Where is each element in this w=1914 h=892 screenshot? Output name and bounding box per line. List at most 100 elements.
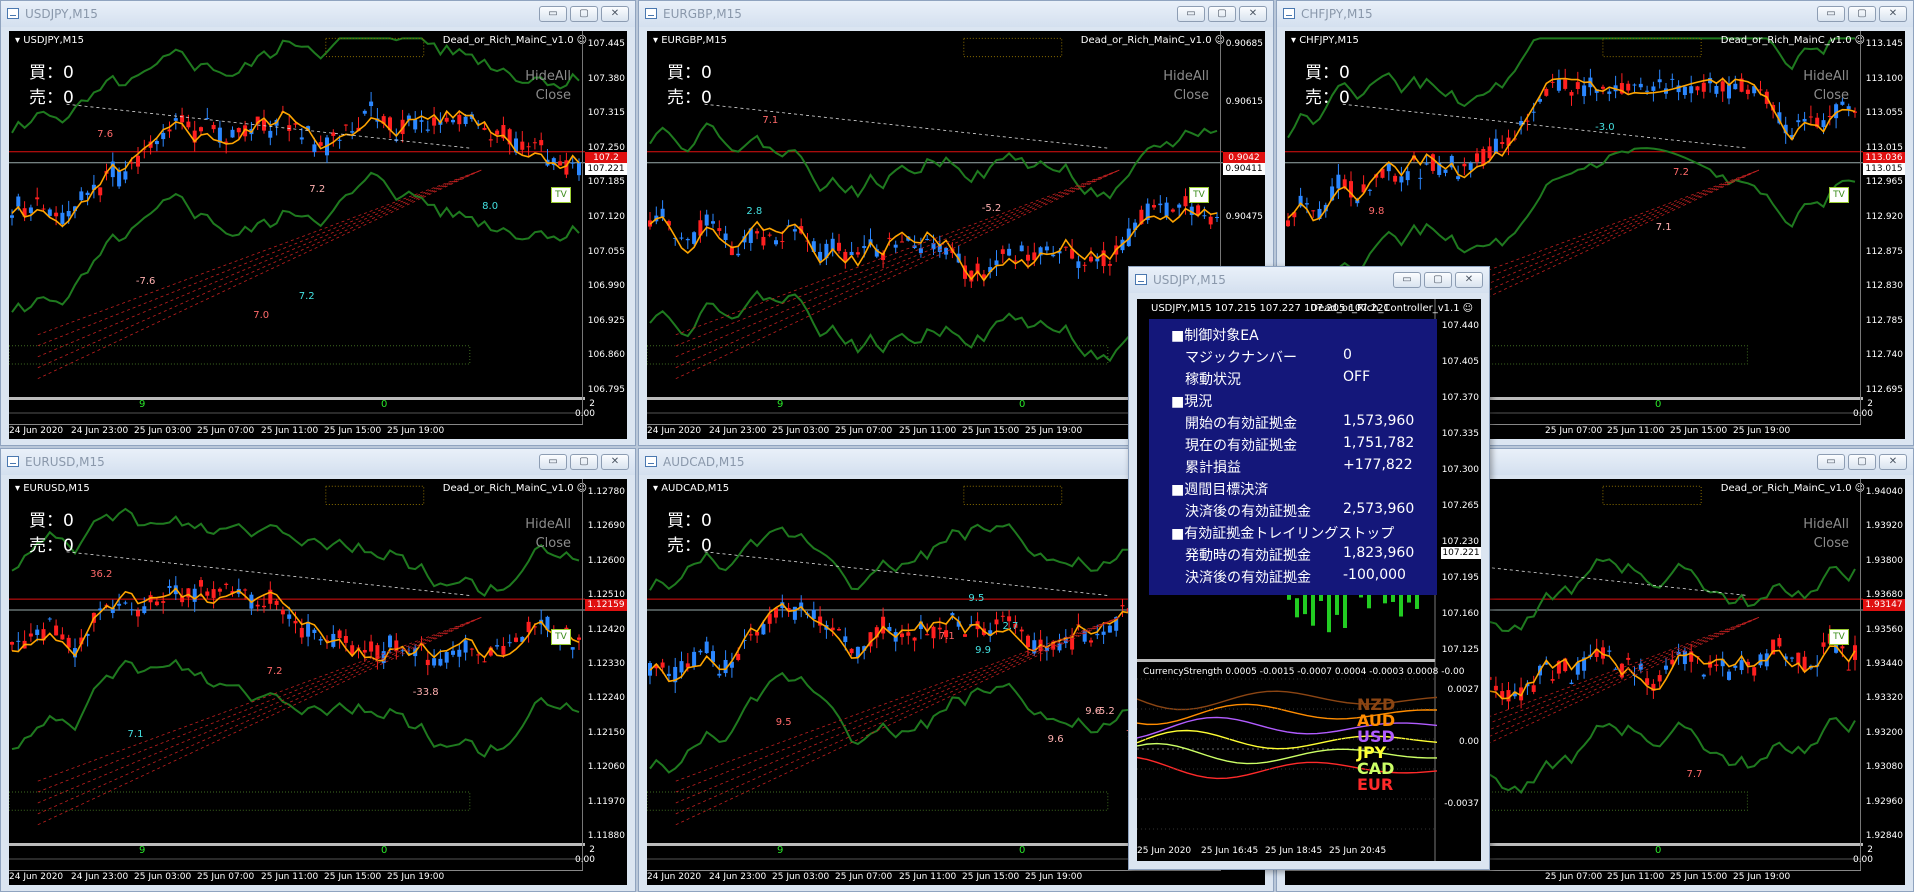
hide-all-button[interactable]: HideAll (1803, 515, 1849, 534)
maximize-button[interactable]: ▢ (1848, 6, 1876, 22)
signal-label: 9.5 (775, 717, 792, 729)
close-button[interactable]: ✕ (1455, 272, 1483, 288)
maximize-button[interactable]: ▢ (1424, 272, 1452, 288)
candle-body (1556, 79, 1561, 91)
window-titlebar[interactable]: USDJPY,M15 ▭ ▢ ✕ (1, 1, 635, 27)
candle-body (1607, 91, 1612, 94)
maximize-button[interactable]: ▢ (570, 6, 598, 22)
popup-titlebar[interactable]: USDJPY,M15 ▭ ▢ ✕ (1129, 267, 1489, 293)
candle-body (425, 129, 430, 131)
signal-label: -5.2 (981, 203, 1002, 215)
tv-button[interactable]: TV (1189, 187, 1209, 203)
time-tick: 25 Jun 19:00 (1733, 872, 1791, 882)
panel-value: 1,823,960 (1343, 545, 1415, 561)
candle-body (761, 236, 766, 246)
sell-count: 売：0 (667, 536, 712, 556)
signal-label: -33.8 (412, 687, 439, 699)
window-titlebar[interactable]: EURUSD,M15 ▭ ▢ ✕ (1, 449, 635, 475)
close-button[interactable]: ✕ (601, 6, 629, 22)
close-all-button[interactable]: Close (525, 534, 571, 553)
chart-area[interactable]: ▾ EURUSD,M15 Dead_or_Rich_MainC_v1.0 ☺ 買：… (9, 479, 627, 885)
maximize-button[interactable]: ▢ (570, 454, 598, 470)
candle-body (837, 242, 841, 251)
candle-body (1443, 169, 1448, 173)
zone-dots (1602, 37, 1702, 58)
candle-body (129, 609, 134, 611)
minimize-button[interactable]: ▭ (539, 454, 567, 470)
minimize-button[interactable]: ▭ (1817, 454, 1845, 470)
tv-button[interactable]: TV (1829, 629, 1849, 645)
panel-label: ■制御対象EA (1171, 328, 1259, 344)
minimize-button[interactable]: ▭ (1177, 6, 1205, 22)
minimize-button[interactable]: ▭ (539, 6, 567, 22)
upper-band (11, 37, 580, 134)
hide-all-button[interactable]: HideAll (1803, 67, 1849, 86)
tv-button[interactable]: TV (551, 187, 571, 203)
candle-body (1430, 154, 1435, 171)
candle-body (211, 589, 216, 598)
chart-area[interactable]: ▾ USDJPY,M15 Dead_or_Rich_MainC_v1.0 ☺ 買：… (9, 31, 627, 439)
time-tick: 25 Jun 19:00 (1025, 872, 1083, 882)
chart-window-1[interactable]: USDJPY,M15 ▭ ▢ ✕ ▾ USDJPY,M15 Dead_or_Ri… (0, 0, 636, 446)
candle-body (1569, 92, 1574, 96)
symbol-label: ▾ EURUSD,M15 (15, 483, 90, 494)
hide-all-button[interactable]: HideAll (1163, 67, 1209, 86)
close-button[interactable]: ✕ (601, 454, 629, 470)
candle-body (488, 139, 493, 141)
hide-all-button[interactable]: HideAll (525, 67, 571, 86)
panel-value: 0 (1343, 347, 1352, 363)
candle-body (1714, 664, 1719, 666)
candle-body (199, 580, 203, 587)
candle-body (761, 624, 766, 635)
close-all-button[interactable]: Close (1803, 86, 1849, 105)
maximize-button[interactable]: ▢ (1848, 454, 1876, 470)
close-button[interactable]: ✕ (1879, 454, 1907, 470)
candle-body (318, 639, 323, 641)
position-counts: 買：0 売：0 (667, 61, 712, 111)
zone-dots (1602, 485, 1702, 505)
candle-body (1170, 209, 1175, 212)
tv-button[interactable]: TV (551, 629, 571, 645)
panel-value: 1,573,960 (1343, 413, 1415, 429)
minimize-button[interactable]: ▭ (1393, 272, 1421, 288)
price-tick: 112.740 (1865, 350, 1903, 361)
price-tick: 1.93200 (1865, 727, 1903, 738)
chart-window-icon (7, 8, 19, 19)
popup-chart[interactable]: USDJPY,M15 107.215 107.227 107.205 107.2… (1137, 299, 1481, 861)
candle-body (362, 110, 367, 114)
candle-body (154, 601, 159, 606)
candle-body (514, 637, 518, 642)
candle-body (60, 212, 65, 224)
maximize-button[interactable]: ▢ (1208, 6, 1236, 22)
window-titlebar[interactable]: EURGBP,M15 ▭ ▢ ✕ (639, 1, 1273, 27)
candle-body (1007, 248, 1012, 256)
signal-label: -7.6 (135, 275, 156, 287)
window-titlebar[interactable]: CHFJPY,M15 ▭ ▢ ✕ (1277, 1, 1913, 27)
close-button[interactable]: ✕ (1879, 6, 1907, 22)
candle-body (1840, 646, 1845, 649)
hide-all-button[interactable]: HideAll (525, 515, 571, 534)
candle-body (79, 191, 84, 201)
candle-body (900, 241, 904, 243)
sub-axis-tick: 2 (1867, 399, 1873, 409)
candle-body (482, 127, 487, 130)
chart-window-4[interactable]: EURUSD,M15 ▭ ▢ ✕ ▾ EURUSD,M15 Dead_or_Ri… (0, 448, 636, 892)
candle-body (931, 626, 936, 639)
sell-count: 売：0 (29, 536, 74, 556)
close-all-button[interactable]: Close (525, 86, 571, 105)
price-tick: 112.695 (1865, 385, 1903, 395)
close-all-button[interactable]: Close (1803, 534, 1849, 553)
popup-window[interactable]: USDJPY,M15 ▭ ▢ ✕ USDJPY,M15 107.215 107.… (1128, 266, 1490, 870)
time-tick: 25 Jun 15:00 (1670, 872, 1728, 882)
close-button[interactable]: ✕ (1239, 6, 1267, 22)
candle-body (849, 251, 854, 256)
trend-line (704, 551, 1108, 596)
close-all-button[interactable]: Close (1163, 86, 1209, 105)
minimize-button[interactable]: ▭ (1817, 6, 1845, 22)
trend-line (66, 551, 470, 596)
tv-button[interactable]: TV (1829, 187, 1849, 203)
candle-body (1044, 246, 1049, 251)
candle-body (293, 620, 298, 624)
candle-body (811, 609, 816, 619)
upper-band (1287, 37, 1855, 139)
